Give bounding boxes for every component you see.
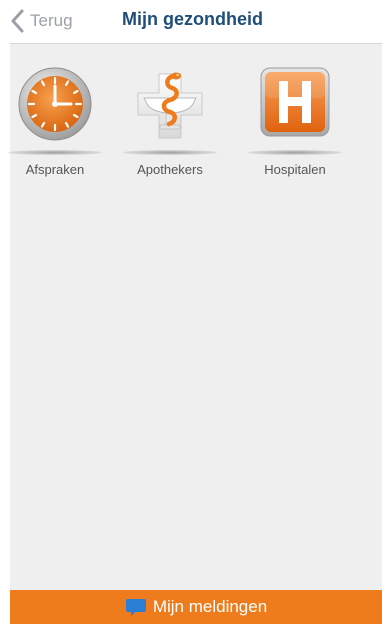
tile-label: Hospitalen: [264, 162, 326, 177]
app-screen: Terug Mijn gezondheid Afspraken Apotheke…: [0, 0, 382, 624]
chevron-left-icon: [10, 9, 24, 33]
hospital-icon: [255, 64, 335, 144]
notifications-label: Mijn meldingen: [152, 597, 268, 616]
tile-shadow: [123, 150, 217, 155]
tile-apothekers[interactable]: Apothekers: [115, 62, 225, 182]
content-area: Afspraken Apothekers Hospitalen: [8, 44, 382, 590]
tile-shadow: [248, 150, 342, 155]
page-title: Mijn gezondheid: [122, 9, 263, 29]
back-button[interactable]: Terug: [10, 8, 73, 34]
tile-afspraken[interactable]: Afspraken: [0, 62, 110, 182]
tile-shadow: [8, 150, 102, 155]
navigation-bar: Terug Mijn gezondheid: [0, 0, 382, 44]
chat-bubble-icon: [125, 596, 153, 618]
tile-label: Afspraken: [25, 162, 85, 177]
pharmacy-cross-icon: [130, 64, 210, 144]
back-button-label: Terug: [30, 11, 73, 30]
tile-hospitalen[interactable]: Hospitalen: [240, 62, 350, 182]
tile-label: Apothekers: [137, 162, 203, 177]
clock-icon: [15, 64, 95, 144]
notifications-bar-button[interactable]: Mijn meldingen: [10, 590, 382, 624]
